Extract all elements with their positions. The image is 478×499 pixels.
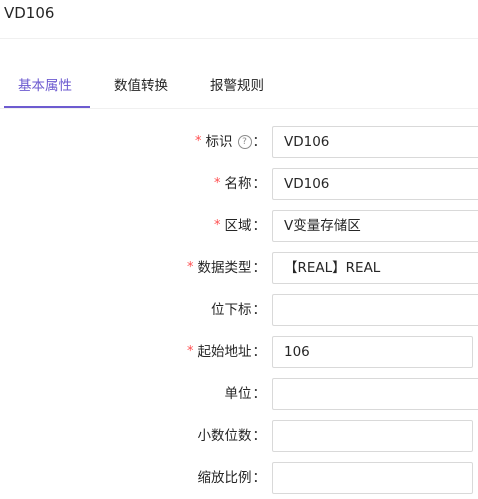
area-select[interactable]: V变量存储区: [272, 210, 478, 242]
decimal-places-label: 小数位数 ：: [198, 420, 267, 452]
required-mark: *: [187, 260, 194, 275]
area-label-text: 区域: [224, 218, 252, 234]
label-colon: ：: [252, 470, 267, 486]
tab-value-conversion[interactable]: 数值转换: [114, 66, 168, 106]
form-row-area: * 区域 ： V变量存储区: [0, 210, 478, 242]
bit-index-label-text: 位下标: [211, 302, 252, 318]
label-colon: ：: [252, 428, 267, 444]
label-colon: ：: [252, 134, 267, 150]
form-row-name: * 名称 ： VD106: [0, 168, 478, 200]
label-colon: ：: [252, 386, 267, 402]
required-mark: *: [187, 344, 194, 359]
form-row-scale-ratio: 缩放比例 ：: [0, 462, 478, 494]
label-colon: ：: [252, 176, 267, 192]
start-address-label: * 起始地址 ：: [187, 336, 266, 368]
question-circle-icon[interactable]: ?: [237, 135, 252, 149]
form-row-unit: 单位 ：: [0, 378, 478, 410]
data-type-label: * 数据类型 ：: [187, 252, 266, 284]
unit-input[interactable]: [272, 378, 478, 410]
start-address-label-text: 起始地址: [197, 344, 252, 360]
identifier-label-text: 标识: [205, 134, 233, 150]
identifier-label: * 标识 ? ：: [195, 126, 266, 158]
label-colon: ：: [252, 218, 267, 234]
scale-ratio-input[interactable]: [272, 462, 473, 494]
unit-label-text: 单位: [224, 386, 252, 402]
required-mark: *: [195, 134, 202, 149]
data-type-select[interactable]: 【REAL】REAL: [272, 252, 478, 284]
tab-divider: [0, 108, 478, 109]
name-label-text: 名称: [224, 176, 252, 192]
header-divider: [0, 38, 478, 39]
form-row-decimal-places: 小数位数 ：: [0, 420, 478, 452]
label-colon: ：: [252, 344, 267, 360]
bit-index-input[interactable]: [272, 294, 478, 326]
identifier-input[interactable]: VD106: [272, 126, 478, 158]
form-row-start-address: * 起始地址 ： 106: [0, 336, 478, 368]
area-label: * 区域 ：: [214, 210, 266, 242]
tab-bar: 基本属性 数值转换 报警规则: [0, 66, 478, 109]
bit-index-label: 位下标 ：: [211, 294, 266, 326]
scale-ratio-label-text: 缩放比例: [197, 470, 252, 486]
scale-ratio-label: 缩放比例 ：: [198, 462, 267, 494]
form-row-bit-index: 位下标 ：: [0, 294, 478, 326]
decimal-places-input[interactable]: [272, 420, 473, 452]
tab-basic-properties[interactable]: 基本属性: [18, 66, 72, 106]
unit-label: 单位 ：: [225, 378, 267, 410]
label-colon: ：: [252, 260, 267, 276]
required-mark: *: [214, 176, 221, 191]
tab-alarm-rules[interactable]: 报警规则: [210, 66, 264, 106]
form-row-identifier: * 标识 ? ： VD106: [0, 126, 478, 158]
start-address-input[interactable]: 106: [272, 336, 473, 368]
form-row-data-type: * 数据类型 ： 【REAL】REAL: [0, 252, 478, 284]
data-type-label-text: 数据类型: [197, 260, 252, 276]
name-label: * 名称 ：: [214, 168, 266, 200]
decimal-places-label-text: 小数位数: [197, 428, 252, 444]
name-input[interactable]: VD106: [272, 168, 478, 200]
page-title: VD106: [4, 4, 55, 22]
label-colon: ：: [252, 302, 267, 318]
required-mark: *: [214, 218, 221, 233]
